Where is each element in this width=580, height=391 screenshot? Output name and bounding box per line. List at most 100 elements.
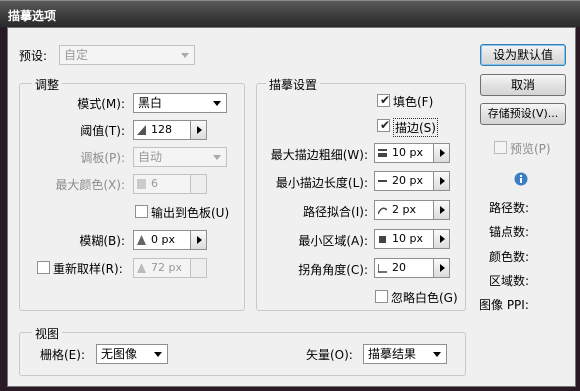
image-ppi-label: 图像 PPI: bbox=[479, 298, 529, 312]
chevron-right-icon bbox=[197, 126, 202, 134]
mode-value: 黑白 bbox=[138, 96, 163, 110]
preset-dropdown[interactable]: 自定 bbox=[59, 45, 195, 65]
raster-value: 无图像 bbox=[101, 347, 138, 361]
min-stroke-length-input[interactable]: 20 px bbox=[374, 171, 450, 191]
chevron-down-icon bbox=[154, 352, 162, 357]
min-area-input[interactable]: 10 px bbox=[374, 229, 450, 249]
path-icon bbox=[378, 207, 387, 215]
resample-input[interactable]: 72 px bbox=[133, 258, 207, 278]
vector-label: 矢量(O): bbox=[306, 348, 353, 362]
path-fitting-label: 路径拟合(I): bbox=[303, 205, 368, 219]
mode-label: 模式(M): bbox=[77, 97, 125, 111]
info-icon bbox=[514, 172, 528, 186]
path-fitting-arrow-button[interactable] bbox=[433, 201, 449, 219]
swatch-icon bbox=[137, 179, 146, 189]
min-area-value: 10 px bbox=[392, 232, 423, 245]
min-stroke-length-label: 最小描边长度(L): bbox=[275, 176, 368, 190]
chevron-right-icon bbox=[440, 264, 445, 272]
resample-arrow-button[interactable] bbox=[190, 259, 206, 277]
min-stroke-length-arrow-button[interactable] bbox=[433, 172, 449, 190]
resample-value: 72 px bbox=[151, 261, 182, 274]
min-area-arrow-button[interactable] bbox=[433, 230, 449, 248]
cancel-button[interactable]: 取消 bbox=[480, 74, 566, 96]
threshold-label: 阈值(T): bbox=[80, 124, 125, 138]
min-stroke-length-value: 20 px bbox=[392, 174, 423, 187]
threshold-arrow-button[interactable] bbox=[190, 121, 206, 139]
check-icon: ✔ bbox=[380, 118, 391, 132]
adjust-group-title: 调整 bbox=[32, 76, 63, 93]
trace-settings-group-title: 描摹设置 bbox=[266, 76, 321, 93]
chevron-down-icon bbox=[433, 352, 441, 357]
max-colors-arrow-button[interactable] bbox=[190, 175, 206, 193]
output-swatches-label: 输出到色板(U) bbox=[151, 206, 230, 220]
palette-dropdown[interactable]: 自动 bbox=[133, 147, 227, 167]
colors-count-label: 颜色数: bbox=[489, 250, 530, 264]
max-stroke-weight-arrow-button[interactable] bbox=[433, 144, 449, 162]
stroke-checkbox[interactable]: ✔ bbox=[377, 118, 391, 132]
warning-triangle-icon bbox=[137, 235, 146, 245]
check-icon: ✔ bbox=[380, 93, 391, 107]
chevron-down-icon bbox=[213, 101, 221, 106]
preview-checkbox[interactable] bbox=[494, 141, 507, 154]
fill-label: 填色(F) bbox=[393, 95, 434, 109]
path-fitting-input[interactable]: 2 px bbox=[374, 200, 450, 220]
title-bar[interactable]: 描摹选项 bbox=[0, 0, 580, 27]
chevron-right-icon bbox=[440, 149, 445, 157]
chevron-right-icon bbox=[440, 235, 445, 243]
vector-dropdown[interactable]: 描摹结果 bbox=[363, 344, 447, 364]
path-fitting-value: 2 px bbox=[392, 203, 416, 216]
palette-value: 自动 bbox=[138, 150, 163, 164]
anchors-count-label: 锚点数: bbox=[489, 225, 530, 239]
max-colors-label: 最大颜色(X): bbox=[55, 178, 125, 192]
blur-value: 0 px bbox=[151, 233, 175, 246]
ignore-white-label: 忽略白色(G) bbox=[391, 291, 458, 305]
threshold-icon bbox=[137, 125, 146, 135]
min-area-label: 最小区域(A): bbox=[298, 234, 368, 248]
corner-angle-label: 拐角角度(C): bbox=[298, 263, 368, 277]
threshold-value: 128 bbox=[151, 123, 172, 136]
max-stroke-weight-input[interactable]: 10 px bbox=[374, 143, 450, 163]
chevron-right-icon bbox=[197, 236, 202, 244]
mode-dropdown[interactable]: 黑白 bbox=[133, 93, 227, 113]
blur-arrow-button[interactable] bbox=[190, 231, 206, 249]
corner-angle-input[interactable]: 20 bbox=[374, 258, 450, 278]
view-group-title: 视图 bbox=[32, 325, 63, 342]
palette-label: 调板(P): bbox=[80, 151, 125, 165]
threshold-input[interactable]: 128 bbox=[133, 120, 207, 140]
resample-label: 重新取样(R): bbox=[53, 262, 123, 276]
corner-angle-value: 20 bbox=[392, 261, 406, 274]
preset-label: 预设: bbox=[19, 49, 48, 63]
preview-label: 预览(P) bbox=[510, 142, 551, 156]
areas-count-label: 区域数: bbox=[489, 274, 530, 288]
stroke-label: 描边(S) bbox=[393, 118, 438, 137]
blur-input[interactable]: 0 px bbox=[133, 230, 207, 250]
paths-count-label: 路径数: bbox=[489, 201, 530, 215]
chevron-right-icon bbox=[440, 177, 445, 185]
output-swatches-checkbox[interactable] bbox=[135, 205, 148, 218]
resample-checkbox[interactable] bbox=[37, 261, 50, 274]
chevron-down-icon bbox=[213, 155, 221, 160]
fill-checkbox[interactable]: ✔ bbox=[377, 93, 391, 107]
stroke-length-icon bbox=[378, 180, 387, 182]
ignore-white-checkbox[interactable] bbox=[375, 290, 388, 303]
blur-label: 模糊(B): bbox=[79, 234, 125, 248]
max-stroke-weight-label: 最大描边粗细(W): bbox=[270, 148, 368, 162]
warning-triangle-icon bbox=[137, 263, 146, 273]
angle-icon bbox=[378, 264, 387, 273]
corner-angle-arrow-button[interactable] bbox=[433, 259, 449, 277]
max-stroke-weight-value: 10 px bbox=[392, 146, 423, 159]
raster-label: 栅格(E): bbox=[40, 348, 85, 362]
dialog-body: 预设: 自定 调整 模式(M): 黑白 阈值(T): 128 调板(P): 自动… bbox=[7, 27, 576, 387]
save-preset-button[interactable]: 存储预设(V)... bbox=[480, 103, 566, 125]
raster-dropdown[interactable]: 无图像 bbox=[96, 344, 168, 364]
chevron-down-icon bbox=[181, 53, 189, 58]
window-title: 描摹选项 bbox=[8, 9, 57, 23]
set-default-button[interactable]: 设为默认值 bbox=[480, 44, 566, 66]
stroke-weight-icon bbox=[378, 149, 387, 157]
chevron-right-icon bbox=[440, 206, 445, 214]
preset-value: 自定 bbox=[64, 48, 89, 62]
max-colors-value: 6 bbox=[151, 177, 158, 190]
vector-value: 描摹结果 bbox=[368, 347, 417, 361]
max-colors-input[interactable]: 6 bbox=[133, 174, 207, 194]
area-icon bbox=[379, 236, 386, 243]
